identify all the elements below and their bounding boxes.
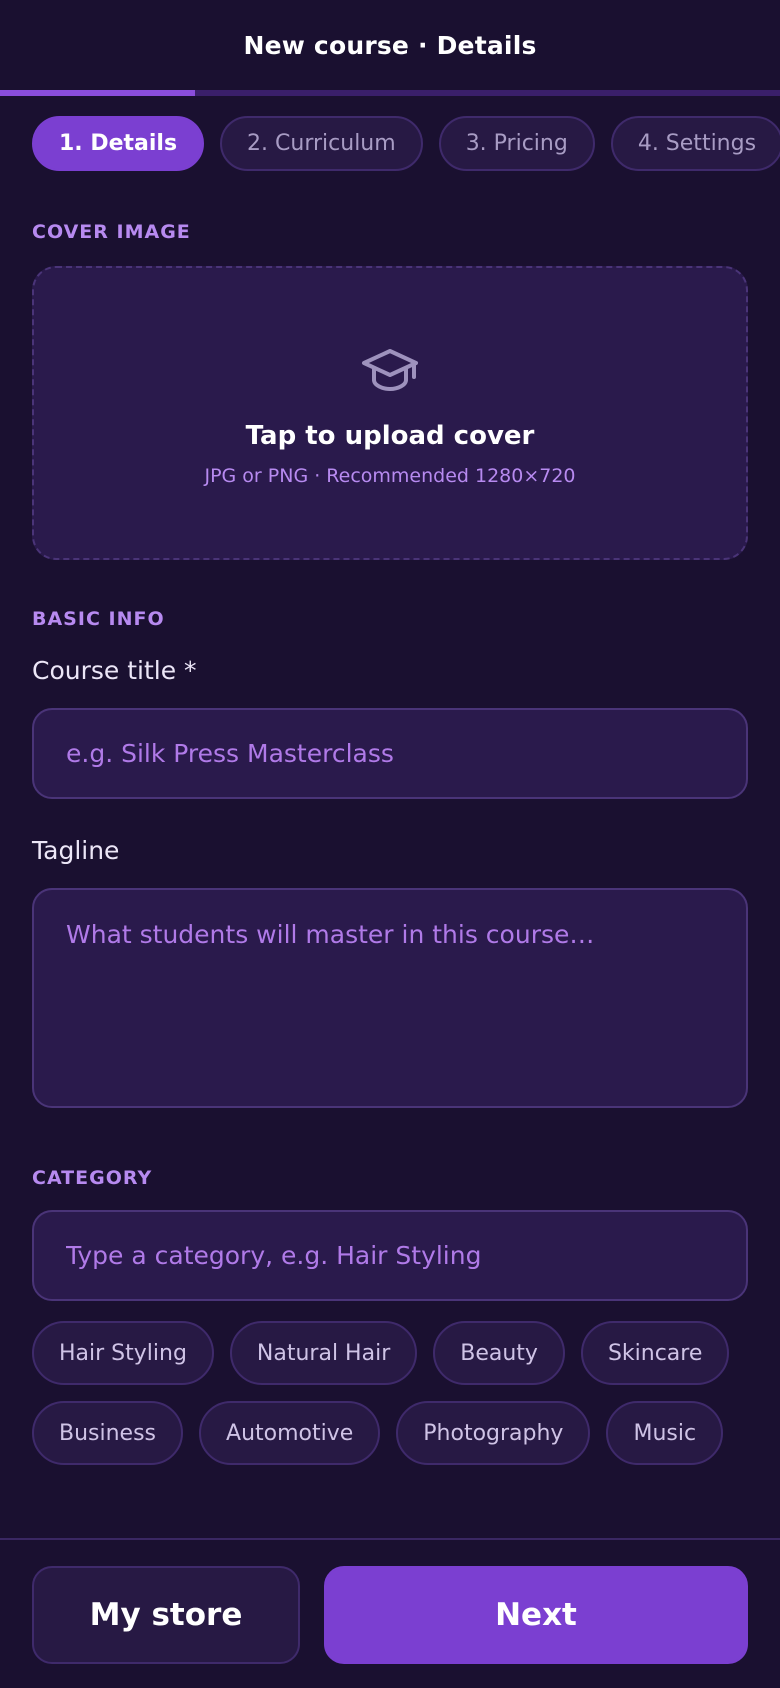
upload-hint: JPG or PNG · Recommended 1280×720 bbox=[204, 465, 576, 487]
page-title: New course · Details bbox=[243, 30, 537, 60]
tab-settings[interactable]: 4. Settings bbox=[610, 116, 780, 171]
course-editor-screen: New course · Details 1. Details 2. Curri… bbox=[0, 0, 780, 1688]
top-bar: New course · Details bbox=[0, 0, 780, 90]
progress-bar bbox=[0, 90, 780, 96]
next-button[interactable]: Next bbox=[324, 1566, 748, 1664]
tagline-label: Tagline bbox=[32, 836, 120, 865]
basic-info-heading: BASIC INFO bbox=[32, 608, 165, 630]
bottom-action-bar: My store Next bbox=[0, 1538, 780, 1688]
cover-image-heading: COVER IMAGE bbox=[32, 221, 191, 243]
category-chip-beauty[interactable]: Beauty bbox=[433, 1321, 565, 1385]
tab-pricing[interactable]: 3. Pricing bbox=[438, 116, 595, 171]
course-title-label: Course title * bbox=[32, 656, 197, 685]
upload-title: Tap to upload cover bbox=[245, 421, 535, 451]
category-chip-natural-hair[interactable]: Natural Hair bbox=[229, 1321, 418, 1385]
graduation-cap-icon bbox=[360, 347, 420, 399]
tagline-input[interactable] bbox=[32, 888, 748, 1108]
cover-upload-area[interactable]: Tap to upload cover JPG or PNG · Recomme… bbox=[32, 266, 748, 560]
category-chip-automotive[interactable]: Automotive bbox=[199, 1401, 381, 1465]
category-chip-skincare[interactable]: Skincare bbox=[580, 1321, 730, 1385]
category-chip-music[interactable]: Music bbox=[606, 1401, 724, 1465]
progress-fill bbox=[0, 90, 195, 96]
tab-curriculum[interactable]: 2. Curriculum bbox=[220, 116, 423, 171]
category-chips: Hair Styling Natural Hair Beauty Skincar… bbox=[32, 1321, 748, 1465]
category-chip-business[interactable]: Business bbox=[32, 1401, 184, 1465]
course-title-input[interactable] bbox=[32, 708, 748, 799]
category-chip-hair-styling[interactable]: Hair Styling bbox=[32, 1321, 214, 1385]
tab-details[interactable]: 1. Details bbox=[32, 116, 205, 171]
step-tabs: 1. Details 2. Curriculum 3. Pricing 4. S… bbox=[32, 116, 780, 172]
category-input[interactable] bbox=[32, 1210, 748, 1301]
my-store-button[interactable]: My store bbox=[32, 1566, 300, 1664]
category-heading: CATEGORY bbox=[32, 1167, 153, 1189]
category-chip-photography[interactable]: Photography bbox=[396, 1401, 591, 1465]
